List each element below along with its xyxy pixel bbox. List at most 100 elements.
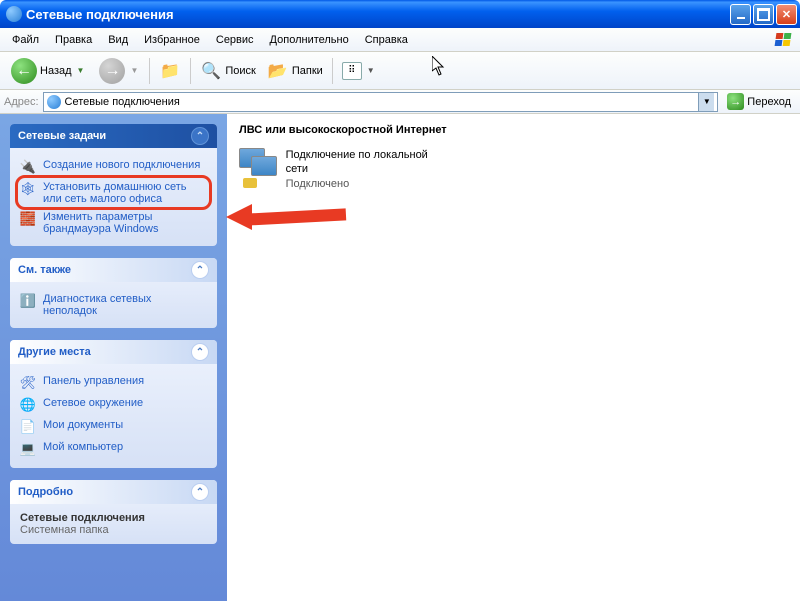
task-label: Изменить параметры брандмауэра Windows [43, 211, 207, 235]
menubar: Файл Правка Вид Избранное Сервис Дополни… [0, 28, 800, 52]
chevron-up-icon[interactable]: ⌃ [191, 483, 209, 501]
folder-up-icon: 📁 [159, 60, 181, 82]
connection-item-lan[interactable]: Подключение по локальной сети Подключено [239, 148, 439, 191]
task-network-diagnostics[interactable]: ℹ️ Диагностика сетевых неполадок [20, 290, 207, 320]
forward-dropdown-icon[interactable]: ▼ [130, 66, 138, 75]
views-button[interactable]: ⠿ ▼ [338, 60, 379, 82]
panel-see-also: См. также ⌃ ℹ️ Диагностика сетевых непол… [10, 258, 217, 328]
addressbar: Адрес: Сетевые подключения ▼ → Переход [0, 90, 800, 114]
place-label: Сетевое окружение [43, 397, 143, 409]
minimize-button[interactable] [730, 4, 751, 25]
menu-advanced[interactable]: Дополнительно [262, 31, 357, 49]
panel-header-see-also[interactable]: См. также ⌃ [10, 258, 217, 282]
details-name: Сетевые подключения [20, 512, 207, 524]
connection-status: Подключено [286, 177, 439, 191]
task-setup-home-network[interactable]: 🕸 Установить домашнюю сеть или сеть мало… [20, 178, 207, 208]
panel-title: См. также [18, 264, 71, 276]
back-dropdown-icon[interactable]: ▼ [77, 66, 85, 75]
close-button[interactable] [776, 4, 797, 25]
place-control-panel[interactable]: 🛠 Панель управления [20, 372, 207, 394]
panel-details: Подробно ⌃ Сетевые подключения Системная… [10, 480, 217, 544]
panel-body-tasks: 🔌 Создание нового подключения 🕸 Установи… [10, 148, 217, 246]
chevron-up-icon[interactable]: ⌃ [191, 127, 209, 145]
firewall-icon: 🧱 [20, 211, 36, 227]
lan-connection-icon [239, 148, 276, 188]
panel-body-other: 🛠 Панель управления 🌐 Сетевое окружение … [10, 364, 217, 468]
content-area: Сетевые задачи ⌃ 🔌 Создание нового подкл… [0, 114, 800, 601]
search-icon: 🔍 [200, 60, 222, 82]
up-button[interactable]: 📁 [155, 58, 185, 84]
separator [332, 58, 333, 84]
details-type: Системная папка [20, 524, 207, 536]
folders-label: Папки [292, 65, 323, 77]
address-value: Сетевые подключения [65, 96, 180, 108]
menu-help[interactable]: Справка [357, 31, 416, 49]
panel-title: Сетевые задачи [18, 130, 106, 142]
place-label: Панель управления [43, 375, 144, 387]
views-dropdown-icon[interactable]: ▼ [367, 66, 375, 75]
separator [149, 58, 150, 84]
back-button[interactable]: ← Назад ▼ [5, 57, 90, 85]
main-pane: ЛВС или высокоскоростной Интернет Подклю… [227, 114, 800, 601]
address-icon [47, 95, 61, 109]
folders-icon: 📂 [267, 60, 289, 82]
panel-title: Другие места [18, 346, 91, 358]
forward-arrow-icon: → [99, 58, 125, 84]
place-network-neighborhood[interactable]: 🌐 Сетевое окружение [20, 394, 207, 416]
go-button[interactable]: → Переход [722, 92, 796, 112]
place-my-documents[interactable]: 📄 Мои документы [20, 416, 207, 438]
go-label: Переход [747, 96, 791, 108]
menu-tools[interactable]: Сервис [208, 31, 262, 49]
address-dropdown-icon[interactable]: ▼ [698, 93, 714, 111]
search-label: Поиск [225, 65, 255, 77]
window-title: Сетевые подключения [26, 7, 728, 22]
category-header: ЛВС или высокоскоростной Интернет [239, 124, 788, 136]
documents-icon: 📄 [20, 419, 36, 435]
control-panel-icon: 🛠 [20, 375, 36, 391]
back-label: Назад [40, 65, 72, 77]
place-label: Мой компьютер [43, 441, 123, 453]
go-arrow-icon: → [727, 93, 744, 110]
task-firewall-settings[interactable]: 🧱 Изменить параметры брандмауэра Windows [20, 208, 207, 238]
sidebar: Сетевые задачи ⌃ 🔌 Создание нового подкл… [0, 114, 227, 601]
back-arrow-icon: ← [11, 58, 37, 84]
computer-icon: 💻 [20, 441, 36, 457]
connection-name: Подключение по локальной сети [286, 148, 439, 177]
panel-title: Подробно [18, 486, 73, 498]
place-label: Мои документы [43, 419, 123, 431]
connection-text: Подключение по локальной сети Подключено [286, 148, 439, 191]
toolbar: ← Назад ▼ → ▼ 📁 🔍 Поиск 📂 Папки ⠿ ▼ [0, 52, 800, 90]
menu-edit[interactable]: Правка [47, 31, 100, 49]
maximize-button[interactable] [753, 4, 774, 25]
panel-header-other[interactable]: Другие места ⌃ [10, 340, 217, 364]
wizard-icon: 🔌 [20, 159, 36, 175]
folders-button[interactable]: 📂 Папки [263, 58, 327, 84]
panel-body-details: Сетевые подключения Системная папка [10, 504, 217, 544]
network-places-icon: 🌐 [20, 397, 36, 413]
chevron-up-icon[interactable]: ⌃ [191, 343, 209, 361]
chevron-up-icon[interactable]: ⌃ [191, 261, 209, 279]
address-label: Адрес: [4, 96, 39, 108]
titlebar: Сетевые подключения [0, 0, 800, 28]
address-input[interactable]: Сетевые подключения ▼ [43, 92, 719, 112]
place-my-computer[interactable]: 💻 Мой компьютер [20, 438, 207, 460]
separator [190, 58, 191, 84]
panel-header-tasks[interactable]: Сетевые задачи ⌃ [10, 124, 217, 148]
menu-view[interactable]: Вид [100, 31, 136, 49]
info-icon: ℹ️ [20, 293, 36, 309]
windows-flag-icon [772, 31, 796, 49]
views-icon: ⠿ [342, 62, 362, 80]
network-connections-icon [6, 6, 22, 22]
menu-favorites[interactable]: Избранное [136, 31, 208, 49]
task-label: Установить домашнюю сеть или сеть малого… [43, 181, 207, 205]
forward-button[interactable]: → ▼ [93, 57, 144, 85]
menu-file[interactable]: Файл [4, 31, 47, 49]
panel-network-tasks: Сетевые задачи ⌃ 🔌 Создание нового подкл… [10, 124, 217, 246]
task-label: Создание нового подключения [43, 159, 200, 171]
panel-header-details[interactable]: Подробно ⌃ [10, 480, 217, 504]
network-setup-icon: 🕸 [20, 181, 36, 197]
panel-other-places: Другие места ⌃ 🛠 Панель управления 🌐 Сет… [10, 340, 217, 468]
task-new-connection[interactable]: 🔌 Создание нового подключения [20, 156, 207, 178]
panel-body-see-also: ℹ️ Диагностика сетевых неполадок [10, 282, 217, 328]
search-button[interactable]: 🔍 Поиск [196, 58, 259, 84]
